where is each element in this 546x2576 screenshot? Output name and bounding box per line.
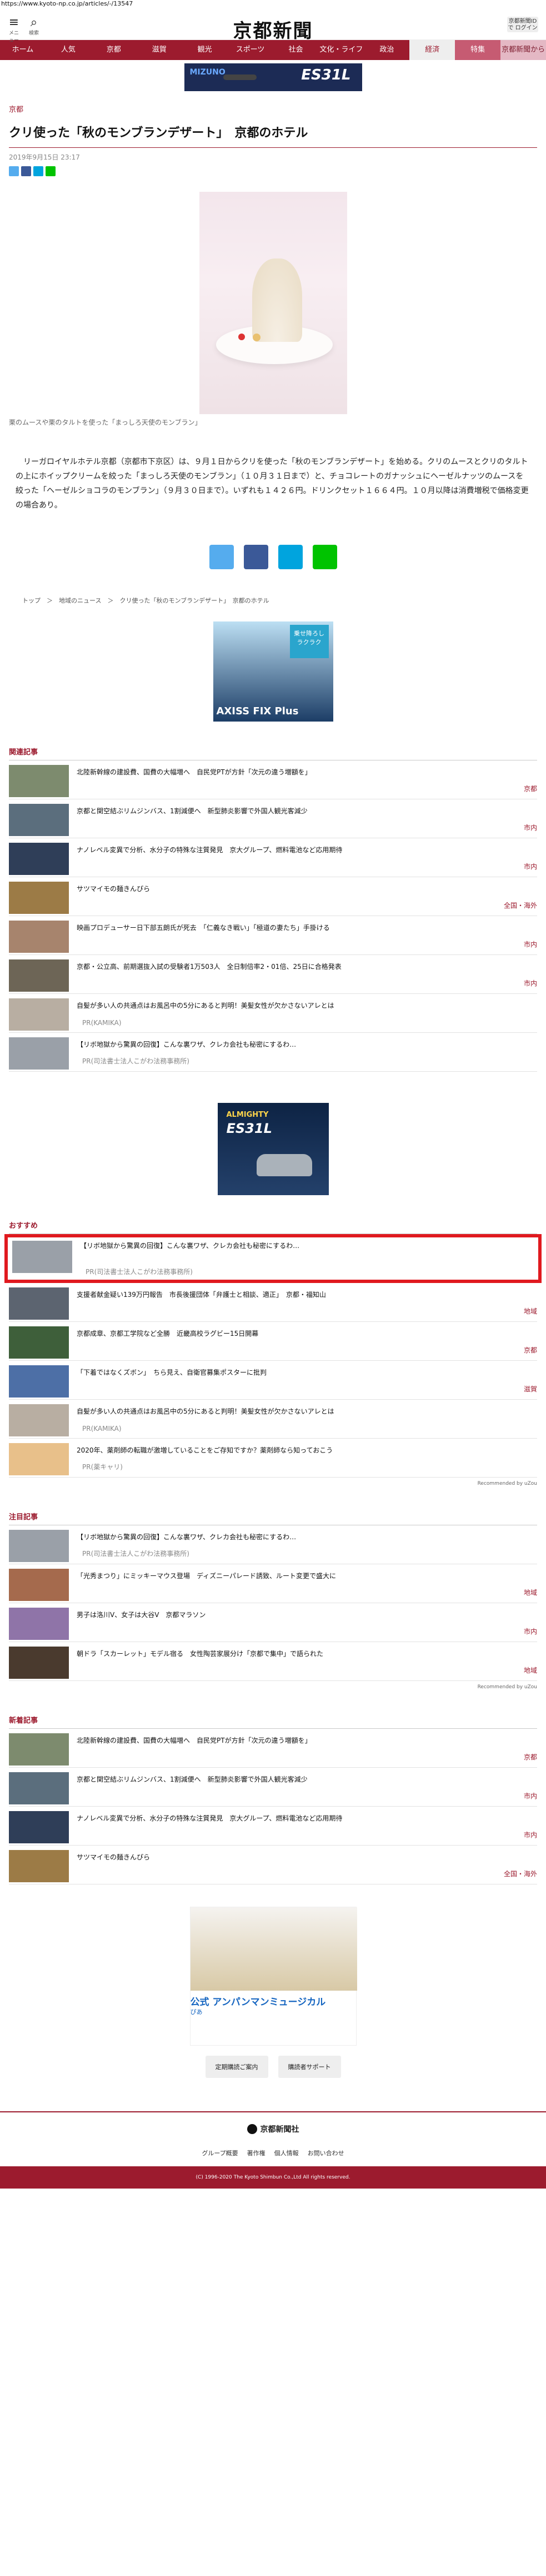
- list-item[interactable]: 京都と関空結ぶリムジンバス、1割減便へ 新型肺炎影響で外国人観光客減少 市内: [9, 799, 537, 838]
- list-item[interactable]: 京都成章、京都工学院など全勝 近畿高校ラグビー15日開幕 京都: [9, 1322, 537, 1361]
- main-nav: ホーム 人気 京都 滋賀 観光 スポーツ 社会 文化・ライフ 政治 経済 特集 …: [0, 40, 546, 60]
- ad-brand: MIZUNO: [189, 68, 226, 77]
- article-category[interactable]: 京都: [9, 103, 537, 117]
- footer-link[interactable]: お問い合わせ: [308, 2149, 344, 2157]
- list-item[interactable]: 支援者献金疑い139万円報告 市長後援団体「弁護士と相談、適正」 京都・福知山地…: [9, 1283, 537, 1322]
- nav-kyoto[interactable]: 京都: [91, 40, 137, 60]
- photo-caption: 栗のムースや栗のタルトを使った「まっしろ天使のモンブラン」: [9, 419, 202, 426]
- hatena-icon[interactable]: [33, 166, 43, 176]
- anpanman-ad[interactable]: 公式 アンパンマンミュージカル ぴあ: [189, 1907, 357, 2046]
- list-item[interactable]: 男子は洛川V、女子は大谷V 京都マラソン 市内: [9, 1603, 537, 1642]
- site-header: ≡ メニュー ⌕ 検索 京都新聞 京都新聞IDで ログイン: [0, 8, 546, 43]
- nav-culture[interactable]: 文化・ライフ: [318, 40, 364, 60]
- list-item[interactable]: 【リボ地獄から驚異の回復】こんな裏ワザ、クレカ会社も秘密にするわ… PR(司法書士…: [9, 1525, 537, 1564]
- list-item[interactable]: 自髪が多い人の共通点はお風呂中の5分にあると判明！美髪女性が欠かさないアレとは P…: [9, 1400, 537, 1439]
- mizuno-ad[interactable]: ALMIGHTY ES31L: [217, 1103, 329, 1195]
- ad-shoe-image: [223, 74, 257, 80]
- top-ad-banner[interactable]: MIZUNO ES31L: [184, 63, 362, 91]
- footer-links: グループ概要 著作権 個人情報 お問い合わせ: [0, 2149, 546, 2157]
- related-articles: 関連記事 北陸新幹線の建設費、国費の大幅増へ 自民党PTが方針「次元の違う増額を…: [0, 746, 546, 1072]
- nav-society[interactable]: 社会: [273, 40, 319, 60]
- list-item[interactable]: ナノレベル変異で分析、水分子の特殊な注質発見 京大グループ、燃料電池など応用期待…: [9, 838, 537, 877]
- list-item[interactable]: 京都・公立高、前期選抜入試の受験者1万503人 全日制倍率2・01倍、25日に合…: [9, 955, 537, 994]
- latest-articles: 新着記事 北陸新幹線の建設費、国費の大幅増へ 自民党PTが方針「次元の違う増額を…: [0, 1714, 546, 1884]
- footer-logo[interactable]: 京都新聞社: [247, 2124, 299, 2135]
- list-item[interactable]: 映画プロデューサー日下部五朗氏が死去 「仁義なき戦い」「極道の妻たち」手掛ける市…: [9, 916, 537, 955]
- list-item[interactable]: サツマイモの麺きんぴら 全国・海外: [9, 877, 537, 916]
- footer-link[interactable]: グループ概要: [202, 2149, 238, 2157]
- list-item[interactable]: 2020年、薬剤師の転職が激増していることをご存知ですか？薬剤師なら知っておこう…: [9, 1439, 537, 1478]
- list-item[interactable]: 【リボ地獄から驚異の回復】こんな裏ワザ、クレカ会社も秘密にするわ… PR(司法書士…: [9, 1033, 537, 1072]
- breadcrumb[interactable]: トップ ＞ 地域のニュース ＞ クリ使った「秋のモンブランデザート」 京都のホテ…: [9, 596, 537, 605]
- twitter-share-icon[interactable]: [209, 545, 234, 569]
- article-photo: [199, 192, 347, 414]
- shoe-image: [256, 1154, 312, 1176]
- ad-product: ES31L: [301, 67, 351, 83]
- list-item-highlighted[interactable]: 【リボ地獄から驚異の回復】こんな裏ワザ、クレカ会社も秘密にするわ… PR(司法書士…: [4, 1234, 542, 1283]
- section-heading: おすすめ: [9, 1220, 537, 1234]
- subscription-buttons: 定期購読ご案内 購読者サポート: [0, 2056, 546, 2078]
- nav-kanko[interactable]: 観光: [182, 40, 228, 60]
- footer-link[interactable]: 個人情報: [274, 2149, 299, 2157]
- login-button[interactable]: 京都新聞IDで ログイン: [507, 17, 538, 32]
- browser-url[interactable]: https://www.kyoto-np.co.jp/articles/-/13…: [0, 0, 546, 8]
- support-button[interactable]: 購読者サポート: [278, 2056, 341, 2078]
- recommend-articles: おすすめ 【リボ地獄から驚異の回復】こんな裏ワザ、クレカ会社も秘密にするわ… PR…: [0, 1220, 546, 1486]
- carseat-ad[interactable]: 乗せ降ろし ラクラク AXISS FIX Plus: [213, 621, 333, 722]
- share-buttons-large: [9, 545, 537, 569]
- article-title: クリ使った「秋のモンブランデザート」 京都のホテル: [9, 123, 537, 148]
- site-footer: 京都新聞社 グループ概要 著作権 個人情報 お問い合わせ (C) 1996-20…: [0, 2111, 546, 2189]
- list-item[interactable]: ナノレベル変異で分析、水分子の特殊な注質発見 京大グループ、燃料電池など応用期待…: [9, 1807, 537, 1846]
- recommended-by[interactable]: Recommended by uZou: [9, 1481, 537, 1486]
- nav-from-kyoto[interactable]: 京都新聞から: [500, 40, 546, 60]
- recommended-by[interactable]: Recommended by uZou: [9, 1684, 537, 1690]
- hatena-share-icon[interactable]: [278, 545, 303, 569]
- section-heading: 関連記事: [9, 746, 537, 760]
- list-item[interactable]: 北陸新幹線の建設費、国費の大幅増へ 自民党PTが方針「次元の違う増額を」 京都: [9, 1729, 537, 1768]
- attention-articles: 注目記事 【リボ地獄から驚異の回復】こんな裏ワザ、クレカ会社も秘密にするわ… PR…: [0, 1511, 546, 1690]
- site-logo[interactable]: 京都新聞: [0, 16, 546, 43]
- section-heading: 注目記事: [9, 1511, 537, 1525]
- facebook-icon[interactable]: [21, 166, 31, 176]
- list-item[interactable]: 京都と関空結ぶリムジンバス、1割減便へ 新型肺炎影響で外国人観光客減少 市内: [9, 1768, 537, 1807]
- article-body: リーガロイヤルホテル京都（京都市下京区）は、９月１日からクリを使った「秋のモンブ…: [16, 457, 529, 510]
- section-heading: 新着記事: [9, 1714, 537, 1729]
- nav-popular[interactable]: 人気: [46, 40, 91, 60]
- nav-shiga[interactable]: 滋賀: [137, 40, 182, 60]
- line-share-icon[interactable]: [312, 545, 337, 569]
- list-item[interactable]: 北陸新幹線の建設費、国費の大幅増へ 自民党PTが方針「次元の違う増額を」 京都: [9, 760, 537, 799]
- list-item[interactable]: 朝ドラ「スカーレット」モデル宿る 女性陶芸家展分け「京都で集中」で語られた 地域: [9, 1642, 537, 1681]
- nav-economy[interactable]: 経済: [409, 40, 455, 60]
- nav-sports[interactable]: スポーツ: [228, 40, 273, 60]
- kyoto-logo-icon: [247, 2124, 257, 2134]
- facebook-share-icon[interactable]: [243, 545, 268, 569]
- line-icon[interactable]: [46, 166, 56, 176]
- twitter-icon[interactable]: [9, 166, 19, 176]
- share-buttons-small: [9, 166, 537, 176]
- subscribe-button[interactable]: 定期購読ご案内: [205, 2056, 268, 2078]
- list-item[interactable]: サツマイモの麺きんぴら 全国・海外: [9, 1846, 537, 1884]
- list-item[interactable]: 自髪が多い人の共通点はお風呂中の5分にあると判明！美髪女性が欠かさないアレとは P…: [9, 994, 537, 1033]
- nav-politics[interactable]: 政治: [364, 40, 409, 60]
- list-item[interactable]: 「光秀まつり」にミッキーマウス登場 ディズニーパレード誘致、ルート変更で盛大に地…: [9, 1564, 537, 1603]
- copyright: (C) 1996-2020 The Kyoto Shimbun Co.,Ltd …: [0, 2166, 546, 2189]
- nav-special[interactable]: 特集: [455, 40, 501, 60]
- footer-link[interactable]: 著作権: [247, 2149, 266, 2157]
- list-item[interactable]: 「下着ではなくズボン」 ちら見え、自衛官募集ポスターに批判 滋賀: [9, 1361, 537, 1400]
- article-date: 2019年9月15日 23:17: [9, 153, 80, 161]
